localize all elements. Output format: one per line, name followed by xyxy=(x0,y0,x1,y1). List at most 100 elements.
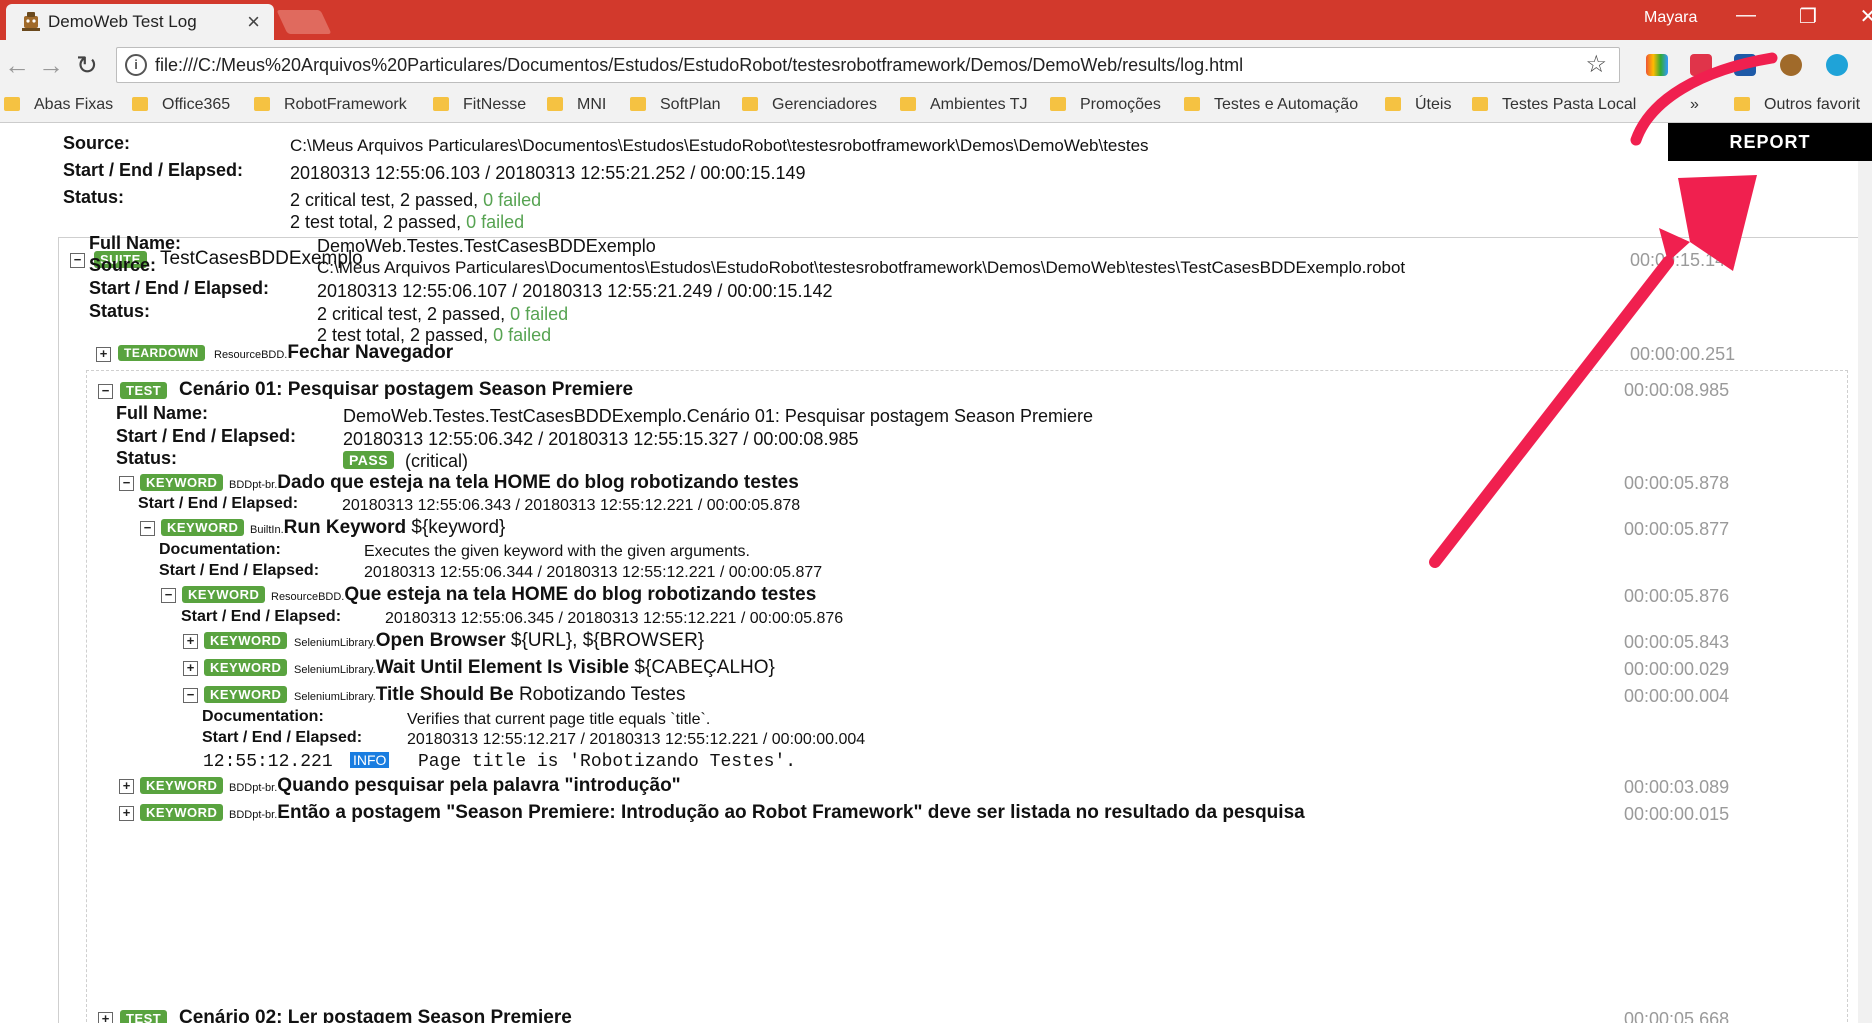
restore-button[interactable]: ❐ xyxy=(1788,4,1828,29)
folder-icon xyxy=(433,97,449,111)
bookmark-folder[interactable]: Promoções xyxy=(1050,96,1161,114)
keyword-name[interactable]: BDDpt-br.Então a postagem "Season Premie… xyxy=(229,802,1305,824)
bookmark-folder[interactable]: SoftPlan xyxy=(630,96,720,114)
test-elapsed-label: Start / End / Elapsed: xyxy=(116,426,297,446)
folder-icon xyxy=(1734,97,1750,111)
keyword-elapsed-value: 20180313 12:55:06.343 / 20180313 12:55:1… xyxy=(342,497,801,514)
keyword-name[interactable]: BDDpt-br.Dado que esteja na tela HOME do… xyxy=(229,472,799,494)
keyword-time: 00:00:00.015 xyxy=(1624,804,1730,824)
new-tab-button[interactable] xyxy=(276,10,332,34)
vertical-scrollbar[interactable] xyxy=(1858,123,1872,1023)
folder-icon xyxy=(630,97,646,111)
test-name[interactable]: Cenário 02: Ler postagem Season Premiere xyxy=(179,1007,572,1023)
keyword-time: 00:00:00.004 xyxy=(1624,686,1730,706)
keyword-expand-toggle[interactable]: + xyxy=(183,661,198,676)
bookmark-folder[interactable]: Testes e Automação xyxy=(1184,96,1358,114)
folder-icon xyxy=(1050,97,1066,111)
folder-icon xyxy=(742,97,758,111)
keyword-badge: KEYWORD xyxy=(140,777,224,794)
tab-close-icon[interactable]: × xyxy=(247,9,260,35)
keyword-badge: KEYWORD xyxy=(204,686,288,703)
other-bookmarks-folder[interactable]: Outros favorit xyxy=(1734,96,1860,114)
bookmark-folder[interactable]: Ambientes TJ xyxy=(900,96,1028,114)
teardown-time: 00:00:00.251 xyxy=(1630,344,1736,364)
robot-extension-icon[interactable] xyxy=(1780,54,1802,76)
keyword-time: 00:00:05.876 xyxy=(1624,586,1730,606)
profile-name[interactable]: Mayara xyxy=(1644,9,1697,27)
test-status-label: Status: xyxy=(116,448,178,468)
log-tree: + TEARDOWN ResourceBDD.Fechar Navegador … xyxy=(0,123,1858,1023)
keyword-doc-label: Documentation: xyxy=(202,708,324,725)
back-button[interactable]: ← xyxy=(4,50,30,81)
folder-icon xyxy=(1472,97,1488,111)
report-button[interactable]: REPORT xyxy=(1668,123,1872,161)
extension-icon-1[interactable] xyxy=(1646,54,1668,76)
keyword-name[interactable]: SeleniumLibrary.Title Should Be Robotiza… xyxy=(294,684,686,706)
keyword-expand-toggle[interactable]: + xyxy=(119,779,134,794)
keyword-time: 00:00:00.029 xyxy=(1624,659,1730,679)
keyword-time: 00:00:05.878 xyxy=(1624,473,1730,493)
keyword-name[interactable]: BuiltIn.Run Keyword ${keyword} xyxy=(250,517,505,539)
teardown-name[interactable]: ResourceBDD.Fechar Navegador xyxy=(214,342,453,364)
teardown-badge: TEARDOWN xyxy=(118,345,205,361)
keyword-badge: KEYWORD xyxy=(182,586,266,603)
teardown-expand-toggle[interactable]: + xyxy=(96,347,111,362)
keyword-collapse-toggle[interactable]: − xyxy=(183,688,198,703)
test-collapse-toggle[interactable]: − xyxy=(98,384,113,399)
keyword-badge: KEYWORD xyxy=(204,632,288,649)
address-bar[interactable]: i file:///C:/Meus%20Arquivos%20Particula… xyxy=(116,47,1620,83)
keyword-time: 00:00:03.089 xyxy=(1624,777,1730,797)
keyword-expand-toggle[interactable]: + xyxy=(183,634,198,649)
reload-button[interactable]: ↻ xyxy=(76,50,98,81)
folder-icon xyxy=(132,97,148,111)
extension-icon-3[interactable] xyxy=(1734,54,1756,76)
keyword-elapsed-value: 20180313 12:55:06.344 / 20180313 12:55:1… xyxy=(364,564,823,581)
close-window-button[interactable]: ✕ xyxy=(1848,4,1872,29)
folder-icon xyxy=(1385,97,1401,111)
bookmark-folder[interactable]: Abas Fixas xyxy=(4,96,113,114)
keyword-collapse-toggle[interactable]: − xyxy=(161,588,176,603)
keyword-collapse-toggle[interactable]: − xyxy=(140,521,155,536)
bookmark-folder[interactable]: Office365 xyxy=(132,96,230,114)
message-text: Page title is 'Robotizando Testes'. xyxy=(418,752,797,772)
url-text[interactable]: file:///C:/Meus%20Arquivos%20Particulare… xyxy=(155,55,1243,76)
folder-icon xyxy=(900,97,916,111)
keyword-elapsed-label: Start / End / Elapsed: xyxy=(138,495,299,512)
bookmark-folder[interactable]: Testes Pasta Local xyxy=(1472,96,1636,114)
extension-icon-2[interactable] xyxy=(1690,54,1712,76)
keyword-doc-label: Documentation: xyxy=(159,541,281,558)
keyword-elapsed-value: 20180313 12:55:12.217 / 20180313 12:55:1… xyxy=(407,731,866,748)
extension-icon-5[interactable] xyxy=(1826,54,1848,76)
test-expand-toggle[interactable]: + xyxy=(98,1012,113,1023)
bookmark-folder[interactable]: Úteis xyxy=(1385,96,1451,114)
bookmark-folder[interactable]: Gerenciadores xyxy=(742,96,877,114)
keyword-time: 00:00:05.877 xyxy=(1624,519,1730,539)
bookmark-folder[interactable]: RobotFramework xyxy=(254,96,407,114)
keyword-name[interactable]: ResourceBDD.Que esteja na tela HOME do b… xyxy=(271,584,816,606)
folder-icon xyxy=(4,97,20,111)
keyword-collapse-toggle[interactable]: − xyxy=(119,476,134,491)
forward-button[interactable]: → xyxy=(38,50,64,81)
bookmarks-overflow-button[interactable]: » xyxy=(1690,96,1699,114)
bookmark-folder[interactable]: FitNesse xyxy=(433,96,526,114)
keyword-elapsed-label: Start / End / Elapsed: xyxy=(202,729,363,746)
keyword-badge: KEYWORD xyxy=(140,474,224,491)
keyword-expand-toggle[interactable]: + xyxy=(119,806,134,821)
test-status-text: (critical) xyxy=(405,451,468,471)
keyword-name[interactable]: SeleniumLibrary.Open Browser ${URL}, ${B… xyxy=(294,630,704,652)
keyword-name[interactable]: BDDpt-br.Quando pesquisar pela palavra "… xyxy=(229,775,681,797)
site-info-icon[interactable]: i xyxy=(125,54,147,76)
test-elapsed-value: 20180313 12:55:06.342 / 20180313 12:55:1… xyxy=(343,429,859,449)
test-time: 00:00:05.668 xyxy=(1624,1009,1730,1023)
minimize-button[interactable]: — xyxy=(1726,4,1766,27)
keyword-name[interactable]: SeleniumLibrary.Wait Until Element Is Vi… xyxy=(294,657,775,679)
test-name[interactable]: Cenário 01: Pesquisar postagem Season Pr… xyxy=(179,379,633,401)
bookmark-folder[interactable]: MNI xyxy=(547,96,606,114)
keyword-time: 00:00:05.843 xyxy=(1624,632,1730,652)
pass-badge: PASS xyxy=(343,451,395,469)
title-bar: DemoWeb Test Log × Mayara — ❐ ✕ xyxy=(0,0,1872,40)
tab-active[interactable]: DemoWeb Test Log × xyxy=(6,4,274,40)
message-level-badge: INFO xyxy=(350,752,390,768)
tab-title: DemoWeb Test Log xyxy=(48,12,197,31)
bookmark-star-icon[interactable]: ☆ xyxy=(1585,50,1607,79)
